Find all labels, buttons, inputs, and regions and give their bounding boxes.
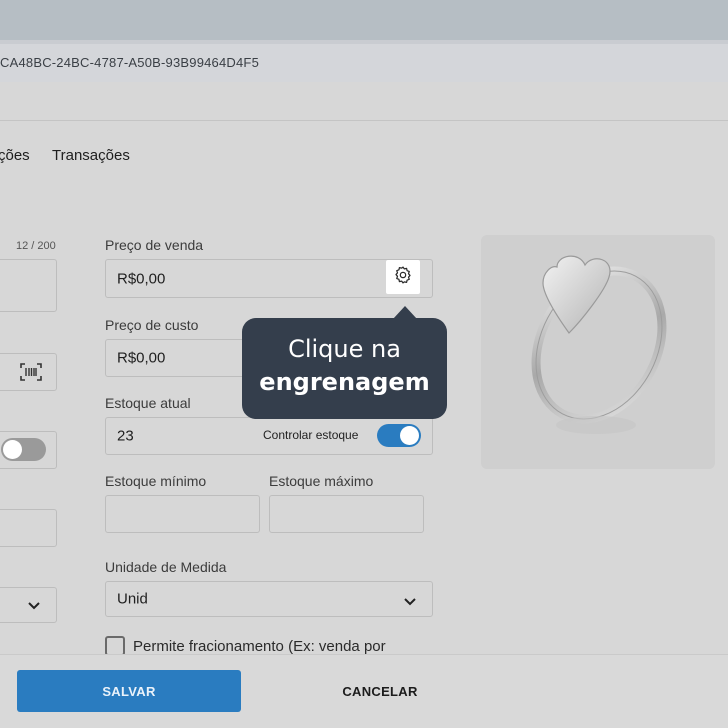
cost-price-value: R$0,00 xyxy=(117,349,166,367)
sale-price-value: R$0,00 xyxy=(117,270,166,287)
tab-transacoes[interactable]: Transações xyxy=(52,147,130,164)
cancel-button[interactable]: CANCELAR xyxy=(280,670,480,712)
toggle-knob xyxy=(3,440,22,459)
price-settings-button[interactable] xyxy=(386,260,420,294)
unit-select[interactable]: Unid xyxy=(105,581,433,617)
sale-price-field[interactable]: R$0,00 xyxy=(105,259,433,298)
gear-icon xyxy=(393,265,413,290)
tabs-divider xyxy=(0,120,728,121)
cost-price-label: Preço de custo xyxy=(105,317,199,333)
min-stock-field[interactable] xyxy=(105,495,260,533)
chevron-down-icon xyxy=(27,598,41,616)
window-top-bar xyxy=(0,0,728,40)
chevron-down-icon xyxy=(403,594,417,612)
current-stock-value: 23 xyxy=(117,427,134,445)
save-button[interactable]: SALVAR xyxy=(17,670,241,712)
toggle-knob xyxy=(400,426,419,445)
left-toggle-switch[interactable] xyxy=(1,438,46,461)
hint-tooltip: Clique na engrenagem xyxy=(242,306,447,419)
left-select[interactable] xyxy=(0,587,57,623)
left-toggle-field xyxy=(0,431,57,469)
max-stock-label: Estoque máximo xyxy=(269,473,374,489)
min-stock-label: Estoque mínimo xyxy=(105,473,207,489)
record-id: CA48BC-24BC-4787-A50B-93B99464D4F5 xyxy=(0,55,260,70)
ring-product-image xyxy=(531,255,667,434)
control-stock-label: Controlar estoque xyxy=(263,428,359,442)
fraction-label: Permite fracionamento (Ex: venda por xyxy=(133,638,386,655)
char-counter: 12 / 200 xyxy=(16,240,56,252)
left-text-field[interactable] xyxy=(0,509,57,547)
sale-price-label: Preço de venda xyxy=(105,237,204,253)
barcode-scan-icon[interactable] xyxy=(20,362,42,387)
fraction-checkbox[interactable] xyxy=(105,636,125,656)
name-field[interactable] xyxy=(0,259,57,312)
max-stock-field[interactable] xyxy=(269,495,424,533)
tooltip-line-1: Clique na xyxy=(288,335,401,363)
record-id-bar: CA48BC-24BC-4787-A50B-93B99464D4F5 xyxy=(0,40,728,82)
control-stock-toggle[interactable] xyxy=(377,424,421,447)
tooltip-line-2: engrenagem xyxy=(259,368,430,396)
tab-partial[interactable]: ções xyxy=(0,147,30,164)
unit-label: Unidade de Medida xyxy=(105,559,227,575)
unit-selected-value: Unid xyxy=(117,590,148,608)
current-stock-field[interactable]: 23 Controlar estoque xyxy=(105,417,433,455)
current-stock-label: Estoque atual xyxy=(105,395,191,411)
barcode-field[interactable] xyxy=(0,353,57,391)
product-image[interactable] xyxy=(481,235,715,469)
